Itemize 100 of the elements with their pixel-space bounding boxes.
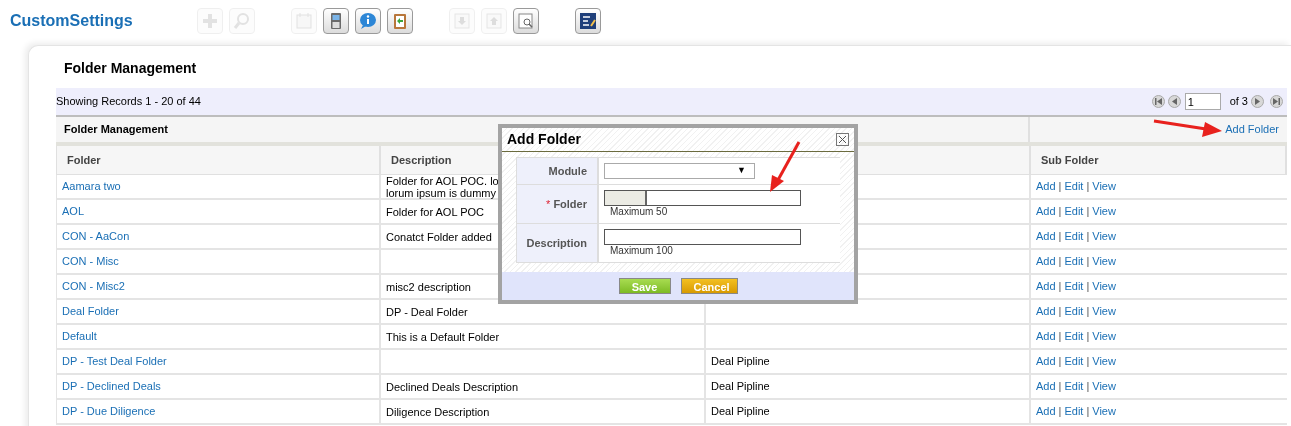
separator: | — [1086, 204, 1090, 220]
clipboard-icon — [391, 12, 409, 30]
info-icon — [359, 12, 377, 30]
field-hint: Maximum 100 — [609, 245, 674, 257]
action-link[interactable]: Edit — [1064, 228, 1084, 245]
separator: | — [1086, 179, 1090, 195]
table-cell-text: Deal Pipline — [711, 354, 770, 370]
module-select[interactable]: ▼ — [604, 163, 755, 179]
first-page-icon — [1154, 98, 1162, 105]
folder-link[interactable]: DP - Test Deal Folder — [62, 353, 167, 370]
separator: | — [1086, 254, 1090, 270]
separator: | — [1086, 329, 1090, 345]
description-text: Folder for AOL POC. lo — [386, 174, 499, 187]
page-title: Folder Management — [64, 59, 197, 78]
next-icon — [1254, 98, 1261, 105]
action-link[interactable]: Add — [1036, 328, 1056, 345]
description-text: Conatct Folder added — [386, 230, 492, 243]
close-button[interactable] — [836, 133, 849, 146]
folder-link[interactable]: CON - Misc2 — [62, 278, 125, 295]
description-text: This is a Default Folder — [386, 330, 500, 343]
description-text: Folder for AOL POC — [386, 205, 485, 218]
search-icon — [233, 12, 251, 30]
previous-page-button[interactable] — [1167, 95, 1181, 108]
first-page-button[interactable] — [1151, 95, 1165, 108]
action-link[interactable]: Edit — [1064, 328, 1084, 345]
separator: | — [1058, 204, 1062, 220]
last-page-button[interactable] — [1270, 95, 1283, 108]
table-cell-text: Deal Pipline — [711, 379, 770, 395]
action-link[interactable]: Edit — [1064, 378, 1084, 395]
separator: | — [1058, 229, 1062, 245]
action-link[interactable]: Edit — [1064, 403, 1084, 420]
action-link[interactable]: View — [1092, 278, 1116, 295]
add-folder-link[interactable]: Add Folder — [1225, 121, 1279, 138]
column-header: Folder — [57, 146, 381, 174]
action-link[interactable]: View — [1092, 378, 1116, 395]
input-field[interactable] — [604, 229, 801, 245]
field-hint: Maximum 50 — [609, 206, 669, 218]
input-field[interactable] — [604, 190, 801, 206]
plus-icon — [201, 12, 219, 30]
action-link[interactable]: View — [1092, 178, 1116, 195]
action-link[interactable]: Add — [1036, 403, 1056, 420]
table-cell-text: Deal Pipline — [711, 404, 770, 420]
folder-link[interactable]: DP - Declined Deals — [62, 378, 161, 395]
required-marker: * — [546, 196, 551, 212]
description-text: lorum ipsum is dummy — [386, 186, 497, 199]
folder-link[interactable]: Aamara two — [62, 178, 121, 195]
action-link[interactable]: Edit — [1064, 278, 1084, 295]
folder-link[interactable]: CON - Misc — [62, 253, 119, 270]
action-link[interactable]: View — [1092, 328, 1116, 345]
toolbar-button[interactable] — [575, 8, 601, 34]
description-text: Declined Deals Description — [386, 380, 519, 393]
folder-link[interactable]: Deal Folder — [62, 303, 119, 320]
description-text: Diligence Description — [386, 405, 490, 418]
dialog-title: Add Folder — [507, 130, 581, 149]
action-link[interactable]: Add — [1036, 253, 1056, 270]
folder-link[interactable]: CON - AaCon — [62, 228, 130, 245]
action-link[interactable]: Add — [1036, 203, 1056, 220]
separator: | — [1058, 254, 1062, 270]
field-label: Description — [526, 235, 587, 251]
action-link[interactable]: Add — [1036, 303, 1056, 320]
action-link[interactable]: View — [1092, 228, 1116, 245]
annotation-arrow — [1152, 118, 1224, 138]
separator: | — [1086, 279, 1090, 295]
action-link[interactable]: Add — [1036, 353, 1056, 370]
description-text: misc2 description — [386, 280, 471, 293]
description-text: DP - Deal Folder — [386, 305, 468, 318]
separator: | — [1058, 354, 1062, 370]
action-link[interactable]: Add — [1036, 228, 1056, 245]
folder-link[interactable]: Default — [62, 328, 97, 345]
field-label: Folder — [553, 196, 587, 212]
folder-link[interactable]: DP - Due Diligence — [62, 403, 156, 420]
page-count: of 3 — [1229, 94, 1248, 110]
action-link[interactable]: Edit — [1064, 353, 1084, 370]
upload-icon — [485, 12, 503, 30]
next-page-button[interactable] — [1251, 95, 1264, 108]
action-link[interactable]: Edit — [1064, 303, 1084, 320]
action-link[interactable]: View — [1092, 303, 1116, 320]
separator: | — [1086, 229, 1090, 245]
action-link[interactable]: Add — [1036, 378, 1056, 395]
page-input[interactable]: 1 — [1184, 93, 1221, 110]
action-link[interactable]: View — [1092, 203, 1116, 220]
separator: | — [1058, 404, 1062, 420]
separator: | — [1086, 379, 1090, 395]
action-link[interactable]: Edit — [1064, 203, 1084, 220]
toolbar-button[interactable] — [323, 8, 349, 34]
separator: | — [1086, 354, 1090, 370]
last-page-icon — [1273, 98, 1280, 105]
action-link[interactable]: Add — [1036, 178, 1056, 195]
action-link[interactable]: Add — [1036, 278, 1056, 295]
separator: | — [1058, 179, 1062, 195]
previous-icon — [1170, 98, 1178, 105]
action-link[interactable]: View — [1092, 253, 1116, 270]
section-title: Folder Management — [64, 122, 168, 138]
action-link[interactable]: Edit — [1064, 178, 1084, 195]
action-link[interactable]: View — [1092, 353, 1116, 370]
folder-link[interactable]: AOL — [62, 203, 84, 220]
column-header: Sub Folder — [1031, 146, 1287, 174]
separator: | — [1058, 329, 1062, 345]
action-link[interactable]: View — [1092, 403, 1116, 420]
action-link[interactable]: Edit — [1064, 253, 1084, 270]
